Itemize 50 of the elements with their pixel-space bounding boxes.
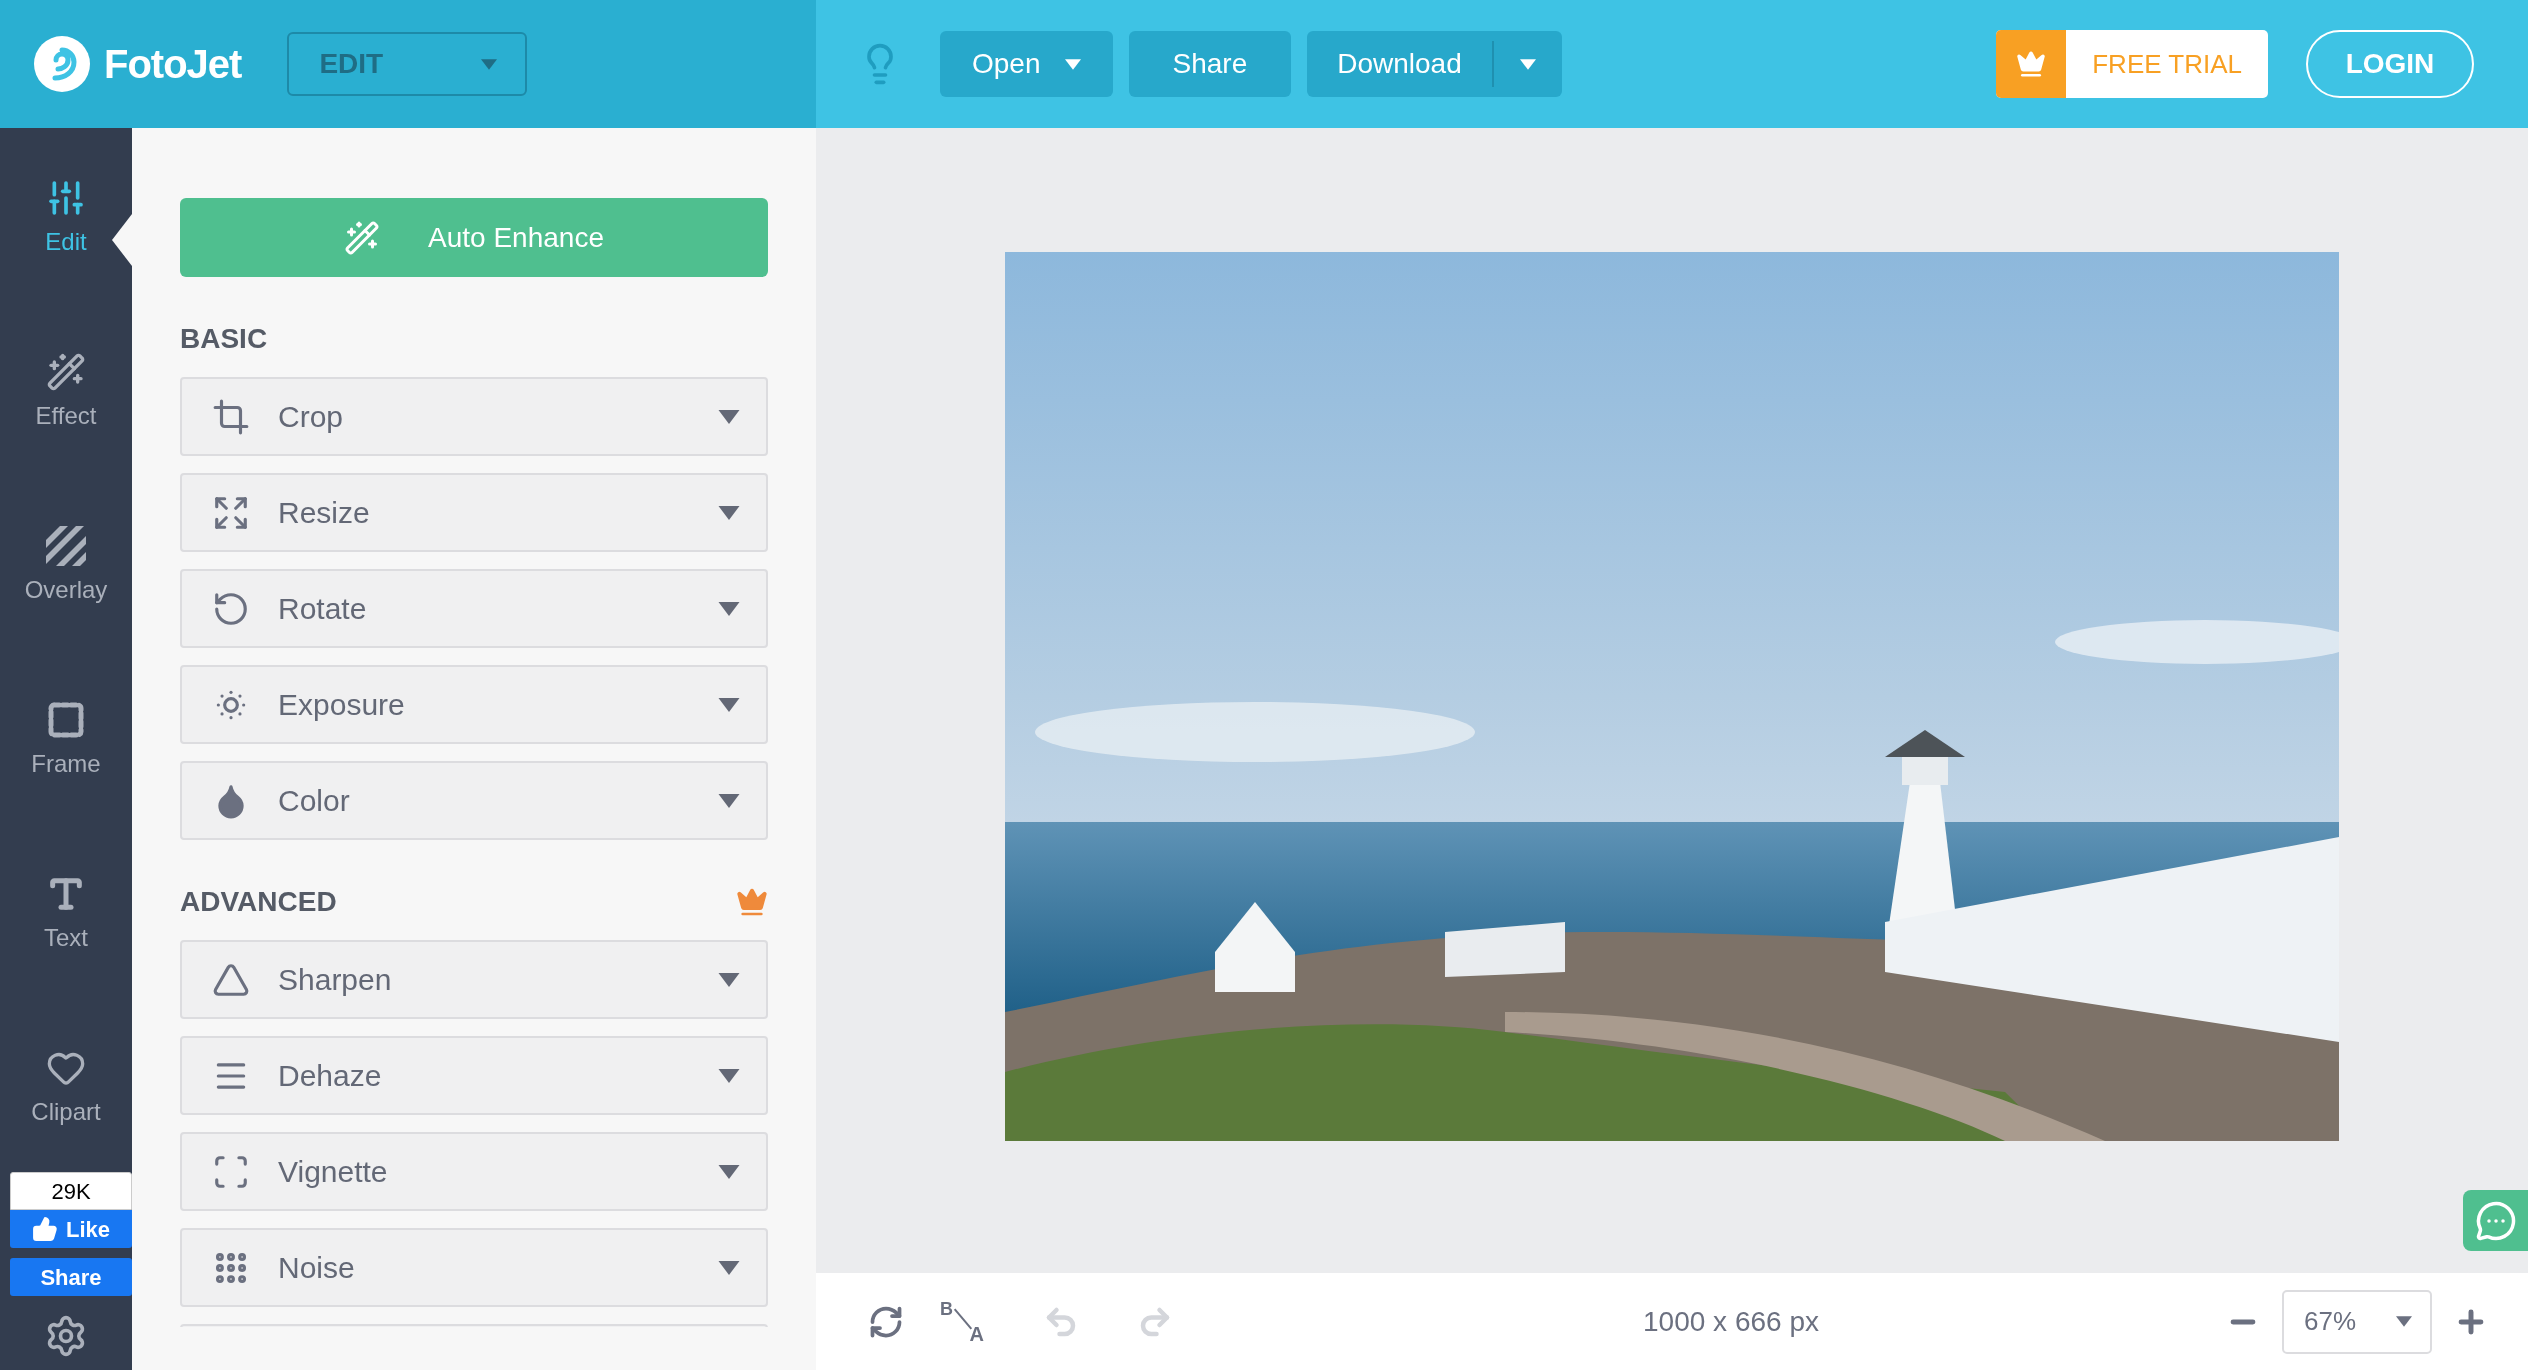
section-title: BASIC [180,322,268,356]
tool-dropdown[interactable]: Exposure [180,665,768,744]
crown-icon [2016,49,2047,79]
section-title: ADVANCED [180,885,337,919]
caret-icon [718,1164,740,1179]
tool-dropdown[interactable]: Dehaze [180,1036,768,1115]
tool-dropdown[interactable]: Noise [180,1228,768,1307]
caret-icon [1064,58,1081,70]
tool-dropdown[interactable]: Resize [180,473,768,552]
caret-icon [718,972,740,987]
caret-icon [718,409,740,424]
caret-icon [718,697,740,712]
rail-tab[interactable]: Text [0,874,132,1048]
tool-dropdown[interactable]: Rotate [180,569,768,648]
logo-text: FotoJet [104,41,242,88]
caret-icon [2396,1316,2412,1327]
frame-icon [46,700,86,740]
caret-icon [1519,58,1536,70]
caret-icon [718,793,740,808]
tool-dropdown[interactable]: Vignette [180,1132,768,1211]
caret-icon [718,1260,740,1275]
split-button[interactable]: Download [1307,31,1562,97]
chat-button[interactable] [2463,1190,2528,1251]
stripes-icon [46,526,86,566]
before-after-button[interactable]: B A [938,1297,986,1346]
thumbs-up-icon [32,1216,58,1242]
tool-dropdown[interactable]: Color [180,761,768,840]
zoom-select[interactable]: 67% [2282,1289,2432,1354]
share-button[interactable]: Share [1128,31,1292,97]
rail-tab[interactable]: Overlay [0,526,132,700]
magic-wand-icon [344,219,381,256]
tool-dropdown[interactable]: Crop [180,377,768,456]
image-dimensions: 1000 x 666 px [1643,1304,1819,1339]
tool-dropdown[interactable]: Sharpen [180,940,768,1019]
logo-icon [34,36,90,92]
rail-tab[interactable]: Frame [0,700,132,874]
rail-tab[interactable]: Effect [0,352,132,526]
open-menu-button[interactable]: Open [940,31,1113,97]
caret-icon [481,58,498,70]
button-label[interactable]: Download [1307,43,1492,85]
crop-icon [212,397,250,436]
caret-icon [718,505,740,520]
like-count: 29K [10,1172,132,1210]
share-button[interactable]: Share [10,1258,132,1296]
like-button[interactable]: Like [10,1210,132,1248]
magic-wand-icon [46,352,86,392]
caret-icon [718,1068,740,1083]
caret-icon [718,601,740,616]
sliders-icon [46,178,86,218]
chat-icon [2474,1199,2517,1242]
